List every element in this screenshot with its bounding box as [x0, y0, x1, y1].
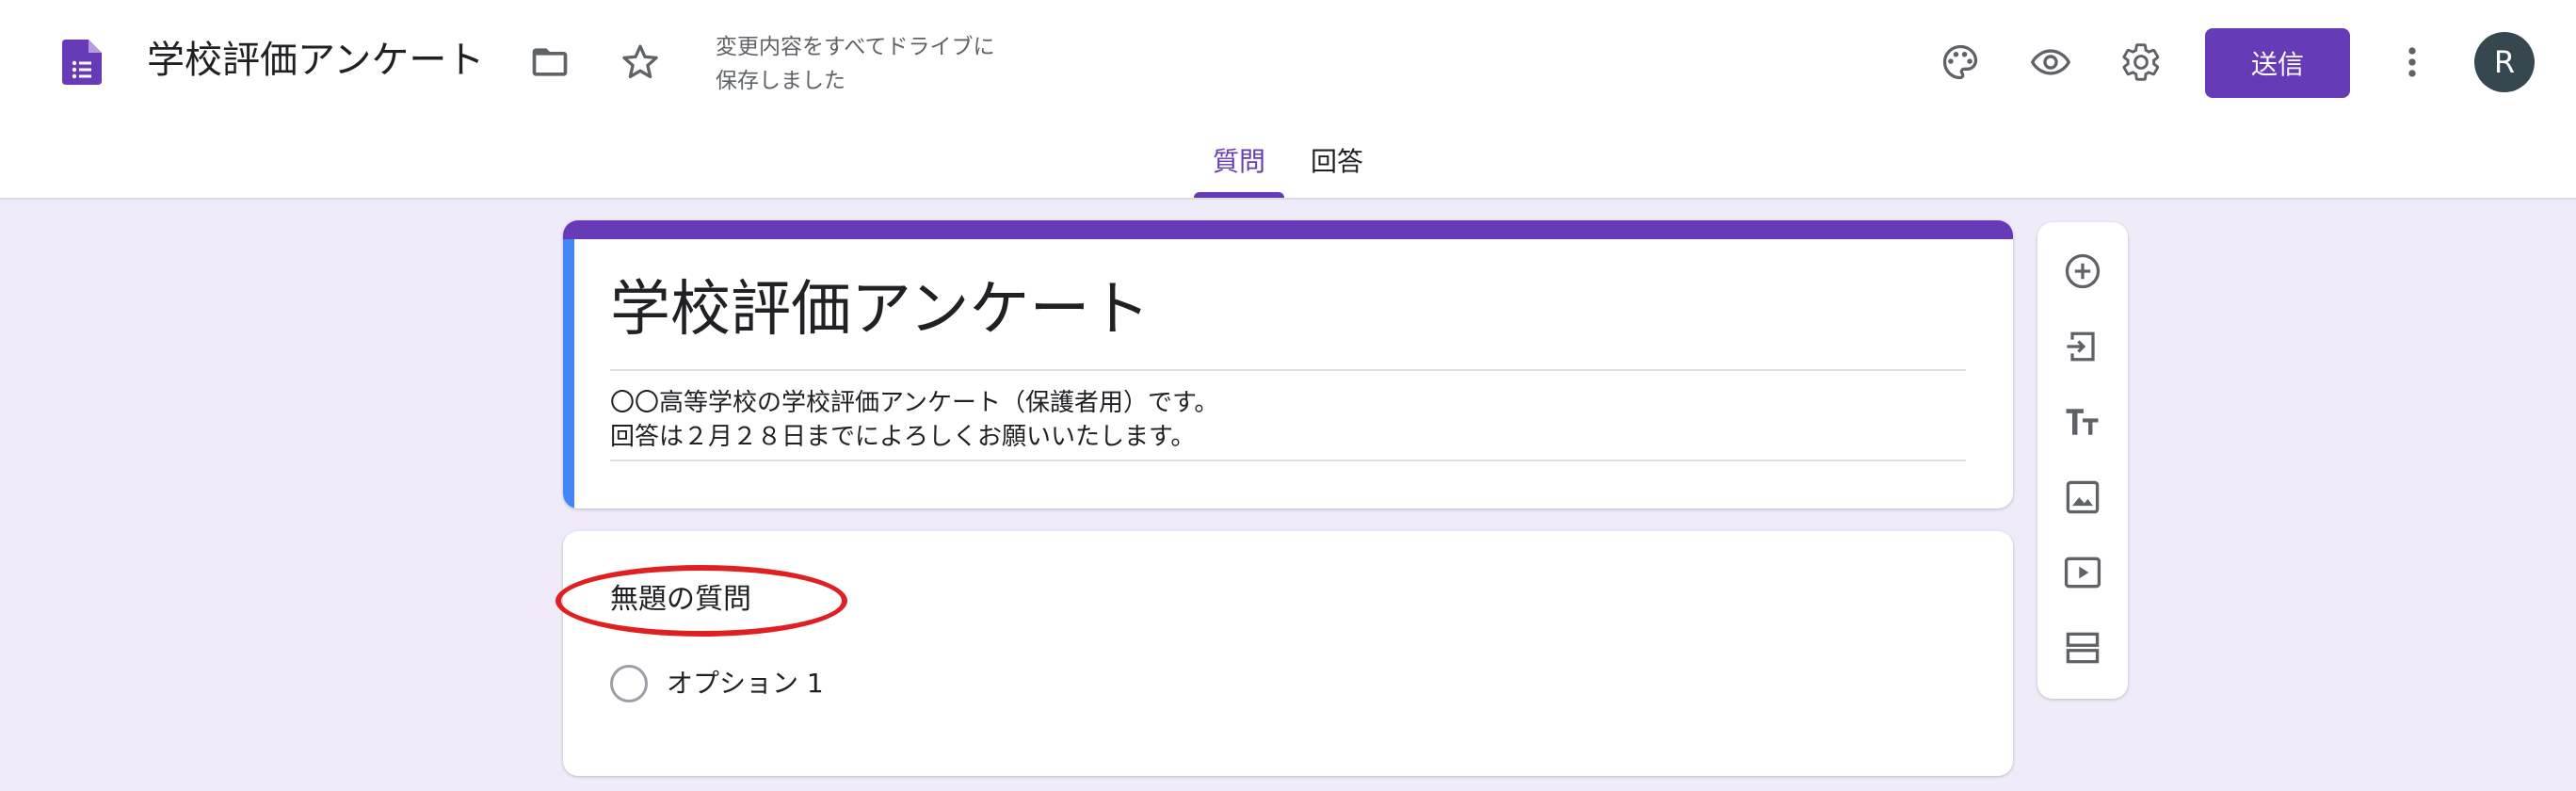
add-section-icon	[2066, 632, 2100, 664]
save-status-line2: 保存しました	[716, 69, 845, 93]
add-section-button[interactable]	[2049, 614, 2117, 682]
title-card-focus-bar	[563, 239, 574, 508]
active-tab-indicator	[1194, 192, 1284, 198]
description-underline	[610, 460, 1966, 461]
form-description[interactable]: 〇〇高等学校の学校評価アンケート（保護者用）です。 回答は２月２８日までによろし…	[610, 386, 1218, 454]
gear-icon	[2122, 43, 2160, 81]
app-header: 学校評価アンケート 変更内容をすべてドライブに 保存しました 送信 R 質問 回…	[0, 0, 2576, 200]
add-image-button[interactable]	[2049, 463, 2117, 531]
move-to-folder-button[interactable]	[516, 28, 584, 96]
eye-icon	[2030, 49, 2071, 75]
option-label[interactable]: オプション 1	[667, 663, 824, 704]
add-title-button[interactable]	[2049, 388, 2117, 456]
document-title[interactable]: 学校評価アンケート	[147, 34, 484, 87]
title-underline	[610, 369, 1966, 371]
add-video-button[interactable]	[2049, 539, 2117, 606]
settings-button[interactable]	[2107, 28, 2175, 96]
send-button[interactable]: 送信	[2205, 28, 2350, 98]
floating-toolbar	[2037, 222, 2128, 699]
add-question-icon	[2065, 253, 2101, 289]
add-video-icon	[2064, 557, 2101, 589]
avatar[interactable]: R	[2474, 32, 2535, 92]
question-title[interactable]: 無題の質問	[610, 578, 751, 622]
folder-icon	[532, 48, 568, 76]
question-card[interactable]: 無題の質問 オプション 1	[555, 531, 2013, 776]
add-question-button[interactable]	[2049, 237, 2117, 305]
star-icon	[622, 44, 658, 79]
import-questions-button[interactable]	[2049, 313, 2117, 380]
palette-icon	[1942, 44, 1978, 80]
preview-button[interactable]	[2017, 28, 2085, 96]
customize-theme-button[interactable]	[1926, 28, 1994, 96]
form-title-card[interactable]: 学校評価アンケート 〇〇高等学校の学校評価アンケート（保護者用）です。 回答は２…	[563, 220, 2013, 508]
save-status: 変更内容をすべてドライブに 保存しました	[716, 30, 994, 98]
more-vert-icon	[2408, 47, 2416, 77]
star-button[interactable]	[606, 28, 674, 96]
tab-questions[interactable]: 質問	[1213, 143, 1265, 181]
forms-doc-icon[interactable]	[62, 40, 102, 85]
title-card-accent-bar	[563, 220, 2013, 239]
tab-responses[interactable]: 回答	[1311, 143, 1363, 181]
form-title[interactable]: 学校評価アンケート	[610, 267, 1150, 352]
save-status-line1: 変更内容をすべてドライブに	[716, 35, 995, 59]
import-questions-icon	[2067, 331, 2095, 362]
add-image-icon	[2066, 480, 2100, 514]
form-description-line2: 回答は２月２８日までによろしくお願いいたします。	[610, 423, 1196, 451]
more-options-button[interactable]	[2378, 28, 2446, 96]
option-radio[interactable]	[610, 665, 648, 702]
form-description-line1: 〇〇高等学校の学校評価アンケート（保護者用）です。	[610, 389, 1219, 417]
add-title-icon	[2066, 409, 2099, 435]
